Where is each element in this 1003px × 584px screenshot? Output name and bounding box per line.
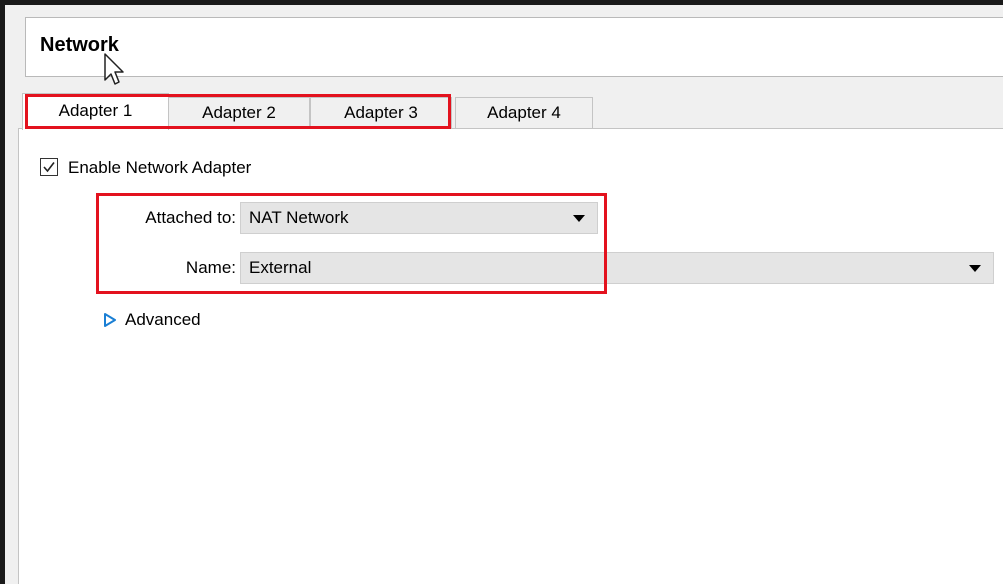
section-header: Network <box>25 17 1003 77</box>
checkbox-box[interactable] <box>40 158 58 176</box>
attached-to-label: Attached to: <box>145 208 236 227</box>
tab-adapter-3[interactable]: Adapter 3 <box>310 97 452 129</box>
triangle-right-icon <box>104 313 116 327</box>
adapter-panel <box>18 128 1003 584</box>
tab-adapter-2[interactable]: Adapter 2 <box>168 97 310 129</box>
name-label: Name: <box>185 258 236 277</box>
attached-to-dropdown[interactable]: NAT Network <box>240 202 598 234</box>
name-dropdown[interactable]: External <box>240 252 994 284</box>
triangle-down-icon <box>573 215 585 222</box>
adapter-tab-bar: Adapter 1 Adapter 2 Adapter 3 Adapter 4 <box>18 93 1003 130</box>
mouse-pointer-icon <box>104 53 124 85</box>
attached-to-value: NAT Network <box>249 208 349 227</box>
checkmark-icon <box>43 162 55 173</box>
triangle-down-icon <box>969 265 981 272</box>
enable-network-adapter-label: Enable Network Adapter <box>68 158 252 177</box>
name-value: External <box>249 258 312 277</box>
tab-adapter-4[interactable]: Adapter 4 <box>455 97 593 129</box>
advanced-label: Advanced <box>125 310 201 329</box>
tab-adapter-1[interactable]: Adapter 1 <box>22 93 169 130</box>
